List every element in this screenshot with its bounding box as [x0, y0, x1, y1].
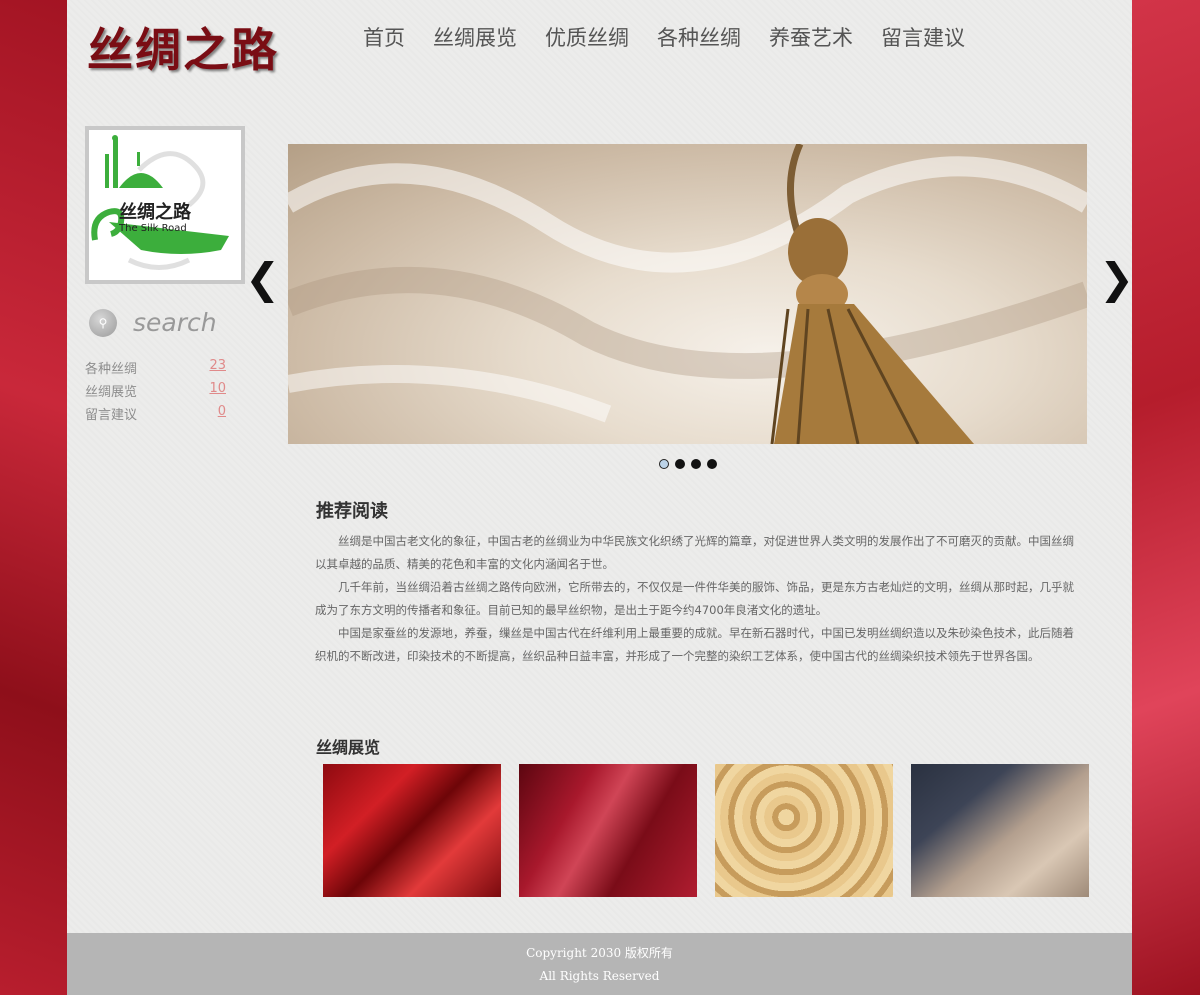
nav-item-quality-silk[interactable]: 优质丝绸 — [545, 22, 629, 52]
silk-tassel-image — [288, 144, 1087, 444]
slider-dot[interactable] — [675, 459, 685, 469]
footer-rights: All Rights Reserved — [539, 969, 660, 983]
article-paragraph: 中国是家蚕丝的发源地，养蚕，缫丝是中国古代在纤维利用上最重要的成就。早在新石器时… — [315, 626, 1074, 663]
category-count[interactable]: 0 — [218, 404, 226, 427]
footer: Copyright 2030 版权所有 All Rights Reserved — [67, 933, 1132, 995]
footer-copyright: Copyright 2030 版权所有 — [526, 946, 673, 960]
site-logo-title[interactable]: 丝绸之路 — [87, 14, 279, 80]
nav-item-silk-types[interactable]: 各种丝绸 — [657, 22, 741, 52]
reading-section-title: 推荐阅读 — [316, 501, 388, 522]
gallery-image-brocade-silk[interactable] — [911, 764, 1089, 897]
category-item-silk-types[interactable]: 各种丝绸 23 — [85, 358, 226, 381]
hero-slider-image — [288, 144, 1087, 444]
search-icon[interactable]: ⚲ — [89, 308, 117, 337]
logo-cn-text: 丝绸之路 — [119, 201, 192, 223]
logo-en-text: The Silk Road — [118, 223, 187, 234]
article-paragraph: 几千年前，当丝绸沿着古丝绸之路传向欧洲，它所带去的，不仅仅是一件件华美的服饰、饰… — [315, 580, 1074, 617]
category-item-feedback[interactable]: 留言建议 0 — [85, 404, 226, 427]
nav-item-feedback[interactable]: 留言建议 — [881, 22, 965, 52]
slider-pagination — [659, 459, 723, 469]
slider-next-arrow-icon[interactable]: ❯ — [1099, 258, 1134, 300]
background-fabric-right — [1132, 0, 1200, 995]
search-input[interactable] — [133, 308, 263, 337]
slider-dot[interactable] — [659, 459, 669, 469]
nav-item-sericulture[interactable]: 养蚕艺术 — [769, 22, 853, 52]
category-list: 各种丝绸 23 丝绸展览 10 留言建议 0 — [85, 358, 226, 427]
slider-dot[interactable] — [691, 459, 701, 469]
category-count[interactable]: 23 — [209, 358, 226, 381]
category-name[interactable]: 丝绸展览 — [85, 381, 137, 404]
category-item-silk-exhibition[interactable]: 丝绸展览 10 — [85, 381, 226, 404]
reading-article: 丝绸是中国古老文化的象征，中国古老的丝绸业为中华民族文化织绣了光辉的篇章，对促进… — [315, 530, 1085, 668]
silk-road-logo: 丝绸之路 The Silk Road — [85, 126, 245, 284]
slider-prev-arrow-icon[interactable]: ❮ — [245, 258, 280, 300]
search-box: ⚲ — [89, 308, 263, 337]
main-nav: 首页 丝绸展览 优质丝绸 各种丝绸 养蚕艺术 留言建议 — [363, 22, 993, 52]
gallery-image-gold-silk[interactable] — [715, 764, 893, 897]
gallery-image-crimson-silk[interactable] — [519, 764, 697, 897]
category-name[interactable]: 各种丝绸 — [85, 358, 137, 381]
nav-item-silk-exhibition[interactable]: 丝绸展览 — [433, 22, 517, 52]
silk-gallery — [323, 764, 1107, 897]
article-paragraph: 丝绸是中国古老文化的象征，中国古老的丝绸业为中华民族文化织绣了光辉的篇章，对促进… — [315, 534, 1074, 571]
background-fabric-left — [0, 0, 67, 995]
category-count[interactable]: 10 — [209, 381, 226, 404]
nav-item-home[interactable]: 首页 — [363, 22, 405, 52]
page-container: 丝绸之路 首页 丝绸展览 优质丝绸 各种丝绸 养蚕艺术 留言建议 丝绸之路 Th… — [67, 0, 1134, 995]
gallery-section-title: 丝绸展览 — [316, 738, 381, 757]
category-name[interactable]: 留言建议 — [85, 404, 137, 427]
gallery-image-red-silk[interactable] — [323, 764, 501, 897]
silk-road-emblem-icon: 丝绸之路 The Silk Road — [91, 135, 229, 270]
slider-dot[interactable] — [707, 459, 717, 469]
